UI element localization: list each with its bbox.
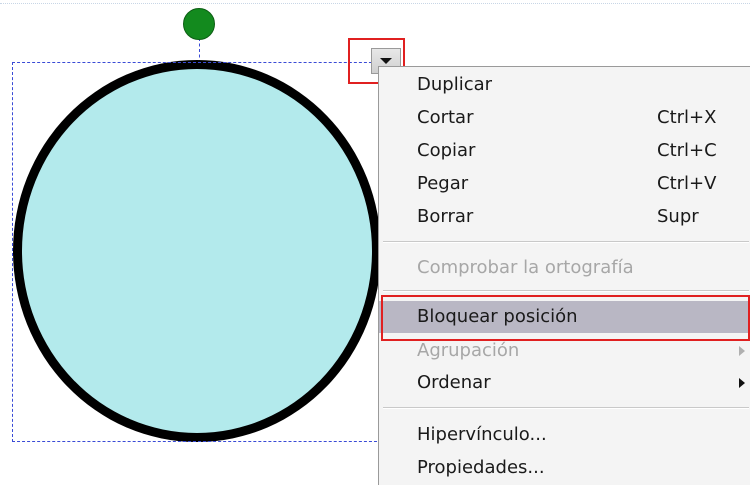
menu-item-duplicar[interactable]: Duplicar [379,69,750,101]
menu-item-label: Copiar [417,140,476,161]
menu-item-ordenar[interactable]: Ordenar [379,367,750,399]
chevron-right-icon [739,378,745,388]
menu-item-label: Pegar [417,173,469,194]
menu-item-shortcut: Ctrl+C [657,140,717,161]
menu-separator [383,407,749,409]
context-menu: Duplicar Cortar Ctrl+X Copiar Ctrl+C Peg… [378,66,750,485]
selection-box [12,62,382,442]
menu-item-shortcut: Ctrl+V [657,173,717,194]
menu-item-pegar[interactable]: Pegar Ctrl+V [379,168,750,200]
menu-item-label: Hipervínculo... [417,424,547,445]
menu-item-propiedades[interactable]: Propiedades... [379,452,750,484]
rotate-handle[interactable] [183,8,215,40]
menu-item-cortar[interactable]: Cortar Ctrl+X [379,102,750,134]
menu-separator [383,241,749,243]
menu-item-shortcut: Supr [657,206,699,227]
menu-item-label: Comprobar la ortografía [417,257,634,278]
menu-item-hipervinculo[interactable]: Hipervínculo... [379,419,750,451]
menu-item-comprobar-ortografia: Comprobar la ortografía [379,252,750,284]
chevron-right-icon [739,346,745,356]
menu-item-label: Propiedades... [417,457,545,478]
menu-item-label: Ordenar [417,372,491,393]
menu-item-label: Duplicar [417,74,493,95]
highlight-frame-menu-item [381,295,750,341]
top-guide-line [0,3,750,4]
menu-item-copiar[interactable]: Copiar Ctrl+C [379,135,750,167]
menu-item-label: Borrar [417,206,474,227]
menu-item-shortcut: Ctrl+X [657,107,717,128]
menu-separator [383,290,749,292]
menu-item-label: Cortar [417,107,474,128]
menu-item-borrar[interactable]: Borrar Supr [379,201,750,233]
